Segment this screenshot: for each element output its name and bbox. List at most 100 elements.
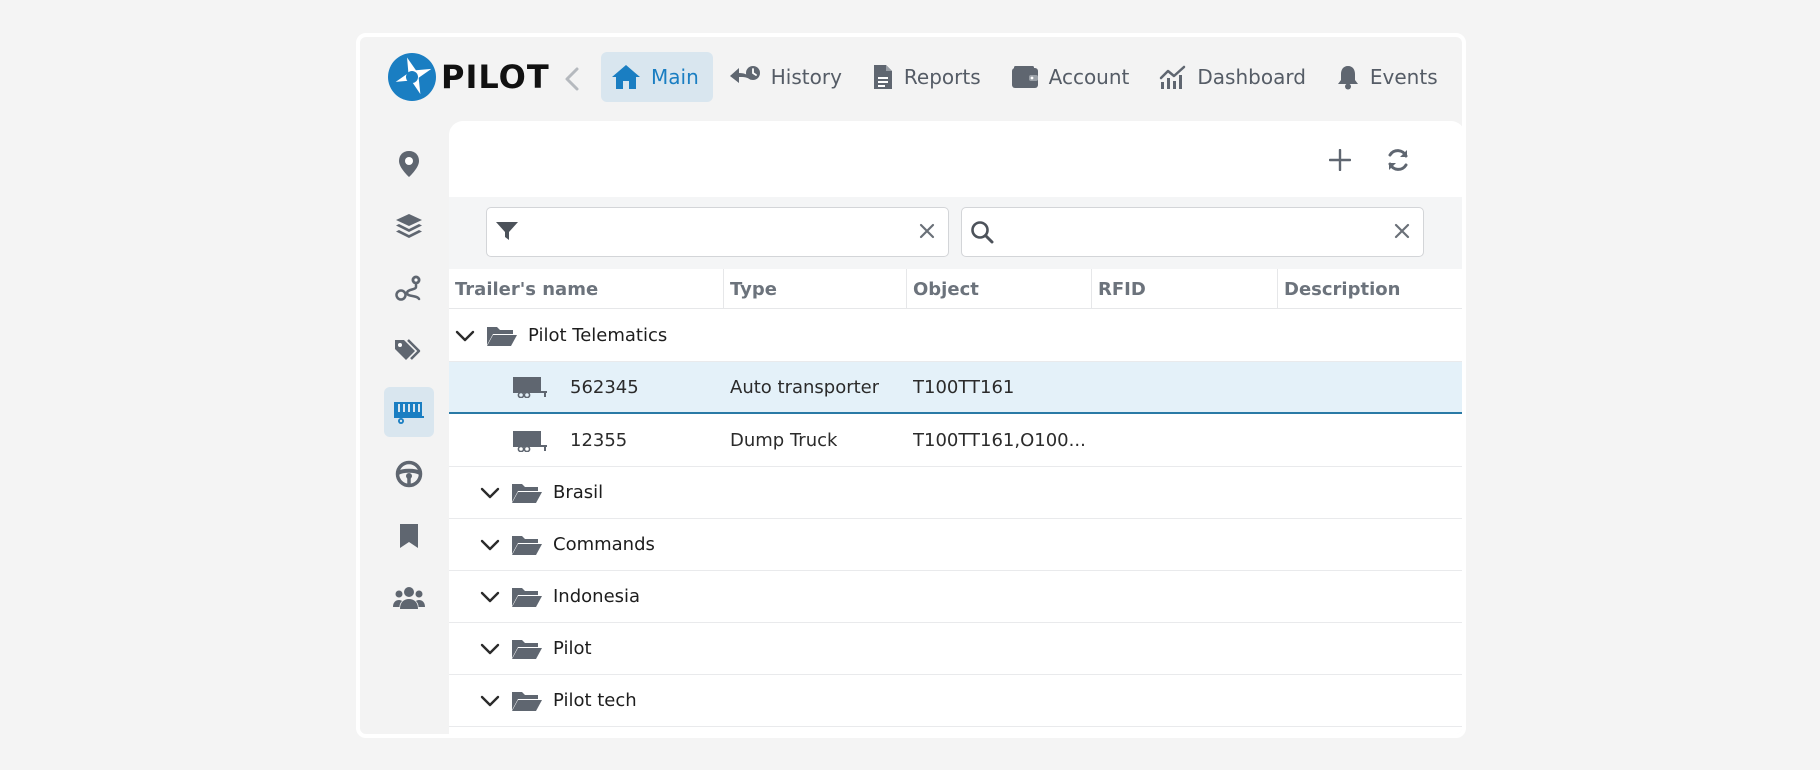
column-header-object[interactable]: Object (907, 269, 1092, 309)
clear-filter-icon[interactable] (918, 222, 936, 240)
search-input[interactable] (1006, 216, 1379, 248)
trailer-row-icon (512, 415, 548, 466)
group-row-brasil[interactable]: Brasil (449, 467, 1462, 519)
trailers-panel: Trailer's name Type Object RFID Descript… (449, 121, 1462, 734)
brand-logo[interactable]: PILOT (387, 52, 550, 102)
nav-tab-label: Events (1369, 65, 1438, 89)
file-icon (873, 65, 892, 89)
search-icon (971, 221, 994, 244)
trailer-icon (394, 402, 424, 424)
filter-input[interactable] (531, 216, 904, 248)
tree-node: Pilot (480, 623, 592, 674)
main-nav: Main History Reports Account Dashboard E… (601, 52, 1458, 102)
trailer-object: T100TT161 (913, 376, 1015, 398)
bookmark-icon (400, 524, 418, 548)
folder-open-icon (512, 691, 542, 711)
sidebar-item-tags[interactable] (384, 325, 434, 375)
chevron-down-icon[interactable] (480, 642, 500, 656)
column-header-description[interactable]: Description (1278, 269, 1462, 309)
trailer-icon (513, 377, 547, 398)
nav-tab-label: Dashboard (1197, 65, 1306, 89)
refresh-button[interactable] (1381, 143, 1415, 177)
tree-node: Commands (480, 519, 655, 570)
history-icon (729, 66, 760, 83)
trailer-name: 562345 (570, 376, 639, 398)
folder-open-icon (487, 326, 517, 346)
sidebar-item-layers[interactable] (384, 201, 434, 251)
layers-icon (396, 214, 422, 238)
folder-open-icon (512, 535, 542, 555)
refresh-icon (1388, 149, 1408, 171)
table-row[interactable]: 562345 Auto transporter T100TT161 (449, 362, 1462, 414)
tree-node: Brasil (480, 467, 603, 518)
chevron-down-icon[interactable] (480, 538, 500, 552)
table-row[interactable]: 12355 Dump Truck T100TT161,O100... (449, 415, 1462, 467)
chart-icon (1160, 65, 1186, 89)
group-row-indonesia[interactable]: Indonesia (449, 571, 1462, 623)
group-name: Brasil (553, 482, 604, 503)
sidebar-item-bookmarks[interactable] (384, 511, 434, 561)
trailer-row-icon (512, 362, 548, 412)
home-icon (612, 65, 640, 89)
nav-back-button[interactable] (560, 63, 584, 95)
bell-icon (1337, 66, 1358, 90)
column-header-label: Type (730, 278, 777, 300)
nav-tab-dashboard[interactable]: Dashboard (1149, 52, 1320, 102)
trailer-type: Dump Truck (730, 430, 838, 451)
nav-tab-label: Account (1048, 65, 1130, 89)
column-header-label: Trailer's name (455, 278, 599, 300)
group-row-pilot[interactable]: Pilot (449, 623, 1462, 675)
table-header: Trailer's name Type Object RFID Descript… (449, 269, 1462, 309)
nav-tab-account[interactable]: Account (1001, 52, 1144, 102)
sidebar-item-users[interactable] (384, 573, 434, 623)
route-icon (395, 275, 421, 301)
chevron-down-icon[interactable] (480, 486, 500, 500)
group-row-root[interactable]: Pilot Telematics (449, 310, 1462, 362)
nav-tab-history[interactable]: History (719, 52, 856, 102)
filter-bar (449, 197, 1462, 269)
group-name: Pilot tech (553, 690, 637, 711)
chevron-down-icon[interactable] (480, 694, 500, 708)
group-name: Pilot Telematics (528, 325, 668, 346)
group-name: Pilot (553, 638, 592, 659)
group-name: Indonesia (553, 586, 641, 607)
sidebar-item-drivers[interactable] (384, 449, 434, 499)
sidebar-item-trailers[interactable] (384, 387, 434, 437)
nav-tab-label: Reports (903, 65, 981, 89)
tags-icon (395, 339, 421, 360)
chevron-down-icon[interactable] (480, 590, 500, 604)
top-navigation-bar: PILOT Main History Reports Account Dashb… (360, 37, 1462, 123)
folder-open-icon (512, 639, 542, 659)
filter-field (486, 207, 949, 257)
trailer-name: 12355 (570, 430, 628, 451)
trailer-icon (513, 430, 547, 452)
column-header-label: Object (913, 278, 979, 300)
chevron-down-icon[interactable] (455, 329, 475, 343)
app-window: PILOT Main History Reports Account Dashb… (356, 33, 1466, 738)
nav-tab-label: Main (651, 65, 699, 89)
group-row-pilot-tech[interactable]: Pilot tech (449, 675, 1462, 727)
nav-tab-reports[interactable]: Reports (862, 52, 995, 102)
tree-node: Pilot Telematics (455, 310, 667, 361)
column-header-rfid[interactable]: RFID (1092, 269, 1278, 309)
tree-node: Pilot tech (480, 675, 637, 726)
steering-wheel-icon (395, 460, 423, 488)
folder-open-icon (512, 483, 542, 503)
tree-node: Indonesia (480, 571, 640, 622)
folder-open-icon (512, 587, 542, 607)
group-row-commands[interactable]: Commands (449, 519, 1462, 571)
nav-tab-events[interactable]: Events (1326, 52, 1452, 102)
map-pin-icon (399, 151, 419, 177)
group-name: Commands (553, 534, 655, 555)
column-header-name[interactable]: Trailer's name (449, 269, 724, 309)
sidebar-item-routes[interactable] (384, 263, 434, 313)
column-header-type[interactable]: Type (724, 269, 907, 309)
add-button[interactable] (1323, 143, 1357, 177)
column-header-label: Description (1284, 278, 1401, 300)
nav-tab-main[interactable]: Main (601, 52, 713, 102)
brand-name: PILOT (441, 58, 550, 96)
trailer-type: Auto transporter (730, 376, 880, 398)
clear-search-icon[interactable] (1393, 222, 1411, 240)
wallet-icon (1011, 66, 1038, 88)
sidebar-item-locations[interactable] (384, 139, 434, 189)
